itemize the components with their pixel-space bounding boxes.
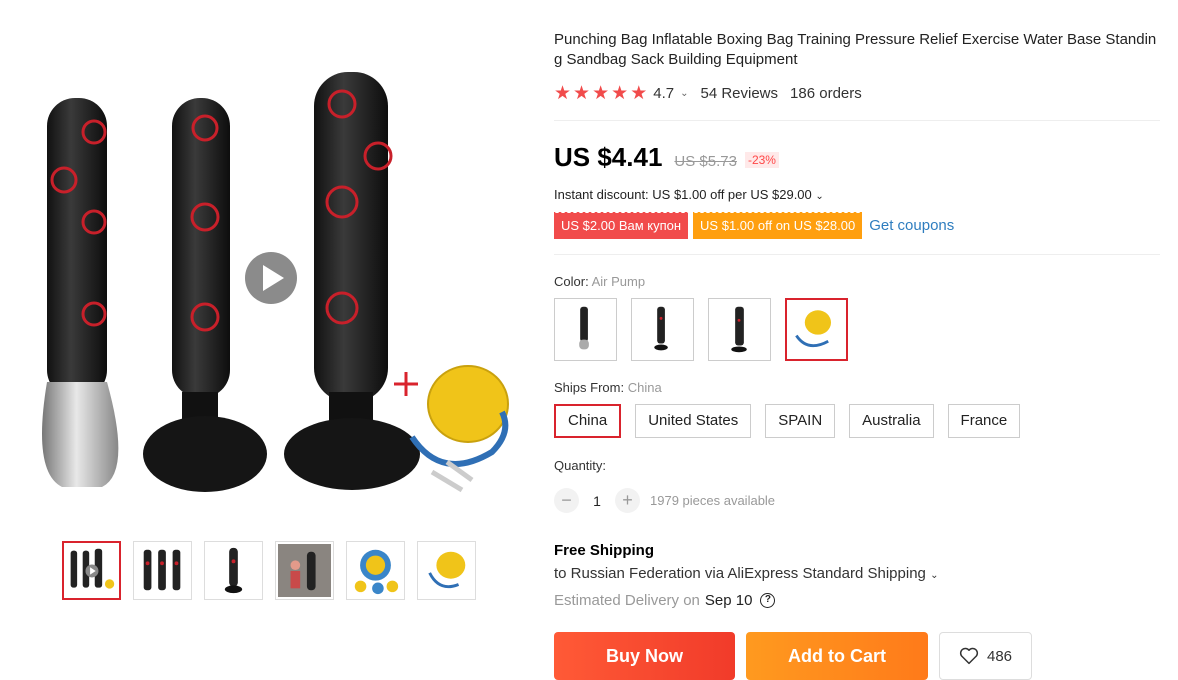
quantity-stepper: − 1 + 1979 pieces available xyxy=(554,488,775,513)
ships-from-options: China United States SPAIN Australia Fran… xyxy=(554,404,1021,438)
product-title: Punching Bag Inflatable Boxing Bag Train… xyxy=(554,31,1157,68)
color-options xyxy=(554,298,848,361)
reviews-link[interactable]: 54 Reviews xyxy=(700,85,778,102)
three-bags-thumbnail xyxy=(143,549,181,591)
buy-now-button[interactable]: Buy Now xyxy=(554,632,735,680)
original-price: US $5.73 xyxy=(674,153,737,170)
star-icon: ★ xyxy=(573,83,591,104)
ship-option-australia[interactable]: Australia xyxy=(849,404,934,438)
ships-from-label-text: Ships From: xyxy=(554,380,625,395)
orders-count: 186 orders xyxy=(790,85,862,102)
quantity-decrease-button[interactable]: − xyxy=(554,488,579,513)
instant-discount[interactable]: Instant discount: US $1.00 off per US $2… xyxy=(554,187,824,202)
coupon-red[interactable]: US $2.00 Вам купон xyxy=(554,210,689,241)
thumbnail-4[interactable] xyxy=(275,541,334,600)
chevron-down-icon: ⌄ xyxy=(815,191,824,202)
color-option-bag-1[interactable] xyxy=(554,298,617,361)
divider xyxy=(554,254,1160,255)
star-icon: ★ xyxy=(630,83,648,104)
quantity-label: Quantity: xyxy=(554,458,607,473)
estimated-delivery: Estimated Delivery on Sep 10 ? xyxy=(554,592,776,609)
shipping-destination-text: to Russian Federation via AliExpress Sta… xyxy=(554,565,926,582)
color-option-bag-2[interactable] xyxy=(631,298,694,361)
shipping-destination[interactable]: to Russian Federation via AliExpress Sta… xyxy=(554,565,938,582)
color-label: Color: Air Pump xyxy=(554,274,645,289)
tall-bag-swatch xyxy=(731,306,747,353)
chevron-down-icon[interactable]: ⌄ xyxy=(680,88,688,99)
silver-base-bag-swatch xyxy=(579,306,589,350)
ship-option-spain[interactable]: SPAIN xyxy=(765,404,836,438)
coupons-row: US $2.00 Вам купон US $1.00 off on US $2… xyxy=(554,210,954,241)
ships-from-selected: China xyxy=(627,380,662,395)
add-to-cart-button[interactable]: Add to Cart xyxy=(746,632,928,680)
divider xyxy=(554,120,1160,121)
get-coupons-link[interactable]: Get coupons xyxy=(869,217,954,234)
rating-value[interactable]: 4.7 xyxy=(653,85,674,102)
quantity-value[interactable]: 1 xyxy=(579,493,615,509)
color-selected: Air Pump xyxy=(591,274,646,289)
single-bag-thumbnail xyxy=(224,547,243,594)
color-option-air-pump[interactable] xyxy=(785,298,848,361)
instant-discount-text: Instant discount: US $1.00 off per US $2… xyxy=(554,187,812,202)
color-option-bag-3[interactable] xyxy=(708,298,771,361)
wishlist-count: 486 xyxy=(986,647,1013,665)
air-pump-swatch xyxy=(795,310,832,348)
thumbnail-strip xyxy=(62,541,476,600)
free-shipping-title: Free Shipping xyxy=(554,542,655,559)
pieces-available: 1979 pieces available xyxy=(650,493,776,508)
pump-parts-thumbnail xyxy=(354,549,399,595)
thumbnail-3[interactable] xyxy=(204,541,263,600)
main-product-image[interactable] xyxy=(22,62,518,502)
thumbnail-5[interactable] xyxy=(346,541,405,600)
star-icon: ★ xyxy=(554,83,572,104)
estimated-delivery-label: Estimated Delivery on xyxy=(554,592,700,609)
action-buttons: Buy Now Add to Cart 486 xyxy=(554,632,1032,680)
product-photo xyxy=(42,72,509,493)
star-icon: ★ xyxy=(592,83,610,104)
help-icon[interactable]: ? xyxy=(760,593,776,608)
quantity-increase-button[interactable]: + xyxy=(615,488,640,513)
price-row: US $4.41 US $5.73 -23% xyxy=(554,142,779,173)
bags-video-thumbnail xyxy=(70,548,115,589)
ship-option-united-states[interactable]: United States xyxy=(635,404,752,438)
thumbnail-2[interactable] xyxy=(133,541,192,600)
star-icon: ★ xyxy=(611,83,629,104)
rating-row: ★ ★ ★ ★ ★ 4.7 ⌄ 54 Reviews 186 orders xyxy=(554,84,862,103)
ship-option-china[interactable]: China xyxy=(554,404,622,438)
thumbnail-6[interactable] xyxy=(417,541,476,600)
wishlist-button[interactable]: 486 xyxy=(939,632,1032,680)
medium-bag-swatch xyxy=(654,306,668,351)
color-label-text: Color: xyxy=(554,274,589,289)
ship-option-france[interactable]: France xyxy=(947,404,1021,438)
heart-icon xyxy=(959,647,979,665)
current-price: US $4.41 xyxy=(554,142,663,172)
chevron-down-icon: ⌄ xyxy=(930,570,939,581)
delivery-date: Sep 10 xyxy=(704,592,753,609)
coupon-orange[interactable]: US $1.00 off on US $28.00 xyxy=(693,210,863,241)
air-pump-thumbnail xyxy=(428,551,466,589)
thumbnail-video[interactable] xyxy=(62,541,121,600)
ships-from-label: Ships From: China xyxy=(554,380,662,395)
discount-badge: -23% xyxy=(744,152,779,168)
star-rating: ★ ★ ★ ★ ★ xyxy=(554,84,647,103)
person-punching-thumbnail xyxy=(278,544,331,597)
